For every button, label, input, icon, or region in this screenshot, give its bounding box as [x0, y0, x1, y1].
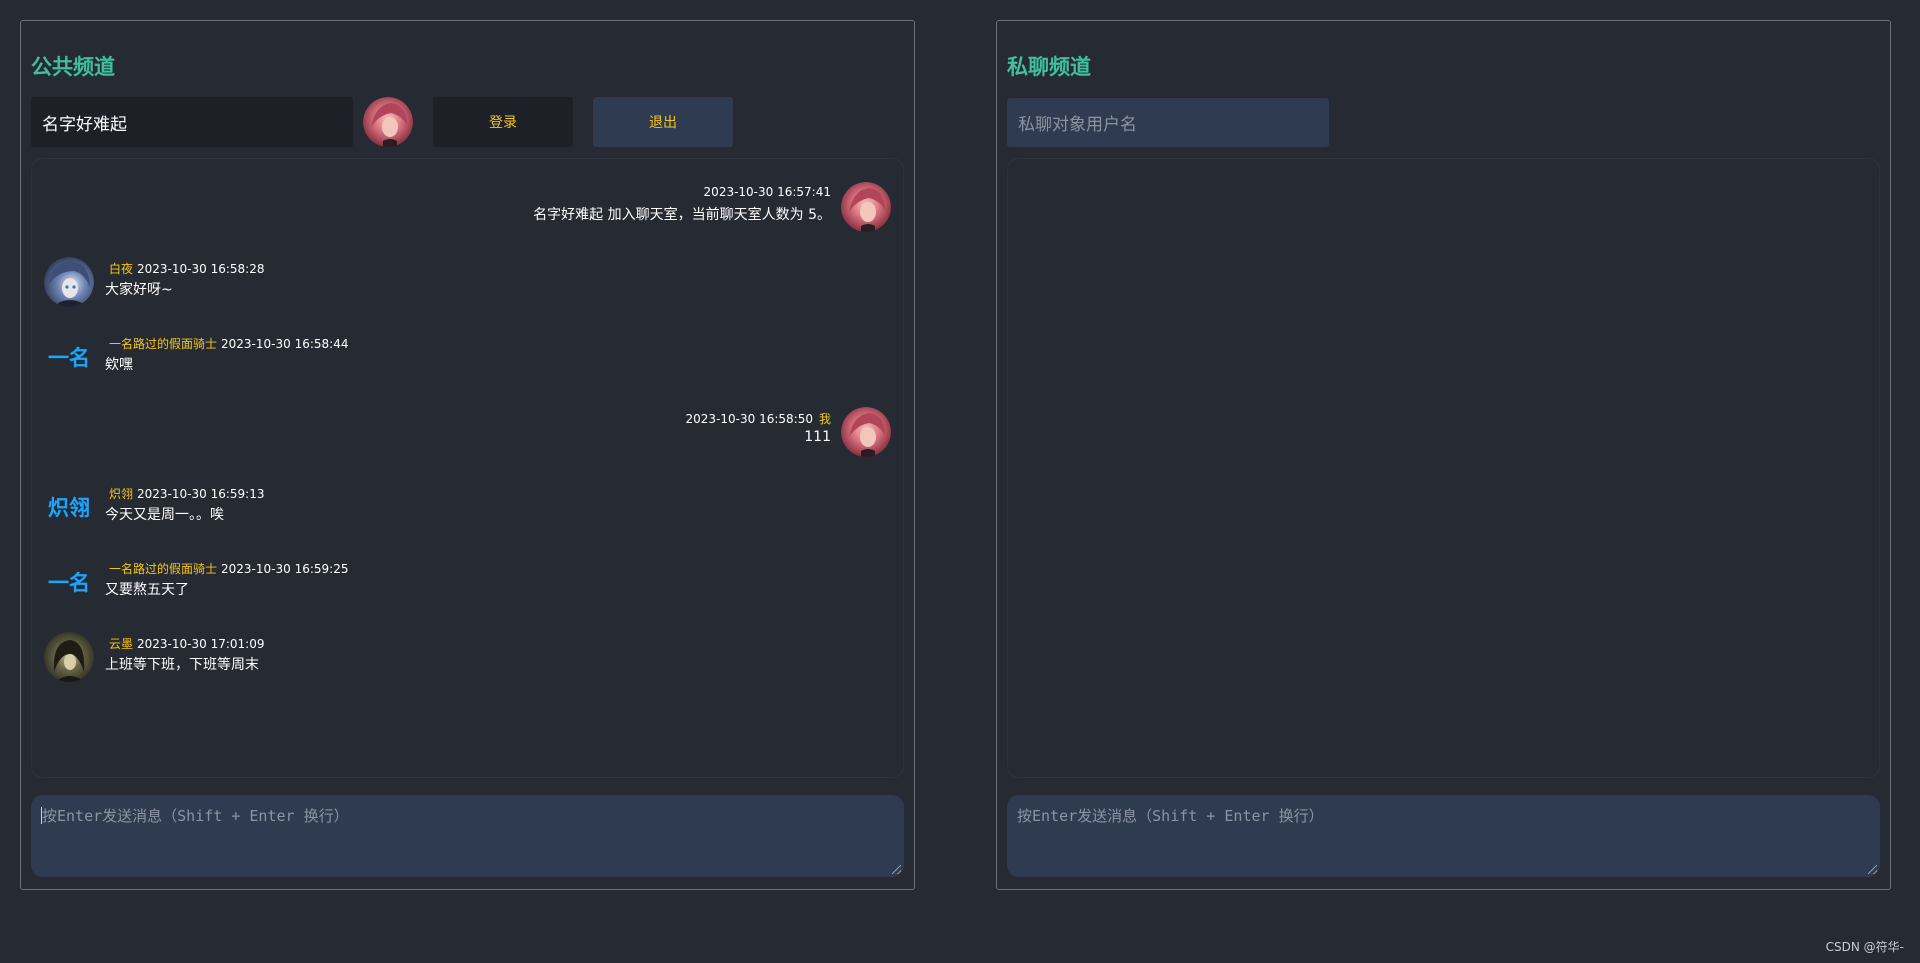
message-meta: 白夜 2023-10-30 16:58:28	[109, 260, 264, 277]
message-username[interactable]: 云墨	[109, 637, 133, 651]
dark-hair-avatar[interactable]	[44, 632, 94, 682]
private-target-input[interactable]: 私聊对象用户名	[1007, 97, 1329, 147]
message-time: 2023-10-30 16:58:44	[221, 337, 349, 351]
message-meta: 2023-10-30 16:58:50 我	[686, 410, 831, 427]
private-message-list[interactable]	[1007, 158, 1880, 778]
message-text: 名字好难起 加入聊天室，当前聊天室人数为 5。	[533, 207, 831, 223]
resize-grip-icon[interactable]	[892, 865, 901, 874]
private-channel-title: 私聊频道	[1007, 55, 1091, 79]
text-avatar[interactable]: 炽翎	[44, 482, 94, 532]
message-meta: 2023-10-30 16:57:41	[704, 185, 831, 199]
resize-grip-icon[interactable]	[1868, 865, 1877, 874]
private-channel-panel: 私聊频道 私聊对象用户名 按Enter发送消息（Shift + Enter 换行…	[996, 20, 1891, 890]
text-avatar[interactable]: 一名	[44, 332, 94, 382]
self-avatar	[363, 97, 413, 147]
message-item: 白夜 2023-10-30 16:58:28 大家好呀~	[44, 257, 644, 309]
blue-hair-avatar[interactable]	[44, 257, 94, 307]
message-username[interactable]: 一名路过的假面骑士	[109, 562, 217, 576]
message-text: 111	[804, 429, 831, 445]
message-text: 大家好呀~	[105, 282, 173, 298]
message-meta: 炽翎 2023-10-30 16:59:13	[109, 485, 264, 502]
message-time: 2023-10-30 16:59:13	[137, 487, 265, 501]
pink-hair-avatar[interactable]	[841, 407, 891, 457]
watermark: CSDN @符华-	[1825, 940, 1904, 954]
text-avatar[interactable]: 一名	[44, 557, 94, 607]
public-channel-panel: 公共频道 名字好难起 登录 退出 2023-10-30 16:57:41 名字好…	[20, 20, 915, 890]
compose-placeholder: 按Enter发送消息（Shift + Enter 换行）	[42, 807, 349, 825]
message-item: 2023-10-30 16:57:41 名字好难起 加入聊天室，当前聊天室人数为…	[41, 182, 891, 234]
message-meta: 一名路过的假面骑士 2023-10-30 16:58:44	[109, 335, 348, 352]
message-item: 云墨 2023-10-30 17:01:09 上班等下班，下班等周末	[44, 632, 644, 684]
message-text: 上班等下班，下班等周末	[105, 657, 259, 673]
public-toolbar: 名字好难起 登录 退出	[31, 97, 733, 147]
private-toolbar: 私聊对象用户名	[1007, 97, 1329, 147]
message-meta: 一名路过的假面骑士 2023-10-30 16:59:25	[109, 560, 348, 577]
login-button[interactable]: 登录	[433, 97, 573, 147]
private-message-textarea[interactable]: 按Enter发送消息（Shift + Enter 换行）	[1007, 795, 1880, 877]
message-item: 2023-10-30 16:58:50 我 111	[41, 407, 891, 459]
message-time: 2023-10-30 16:58:50	[685, 412, 813, 426]
message-text: 今天又是周一。。唉	[105, 507, 224, 523]
message-item: 炽翎 炽翎 2023-10-30 16:59:13 今天又是周一。。唉	[44, 482, 644, 534]
message-text: 欸嘿	[105, 357, 133, 373]
message-username[interactable]: 白夜	[109, 262, 133, 276]
message-time: 2023-10-30 17:01:09	[137, 637, 265, 651]
message-username[interactable]: 一名路过的假面骑士	[109, 337, 217, 351]
message-item: 一名 一名路过的假面骑士 2023-10-30 16:59:25 又要熬五天了	[44, 557, 644, 609]
public-message-textarea[interactable]: 按Enter发送消息（Shift + Enter 换行）	[31, 795, 904, 877]
message-time: 2023-10-30 16:57:41	[703, 185, 831, 199]
message-time: 2023-10-30 16:58:28	[137, 262, 265, 276]
compose-placeholder: 按Enter发送消息（Shift + Enter 换行）	[1017, 807, 1324, 825]
message-username[interactable]: 炽翎	[109, 487, 133, 501]
message-time: 2023-10-30 16:59:25	[221, 562, 349, 576]
pink-hair-avatar[interactable]	[841, 182, 891, 232]
username-input[interactable]: 名字好难起	[31, 97, 353, 147]
public-channel-title: 公共频道	[31, 55, 115, 79]
message-username[interactable]: 我	[819, 412, 831, 426]
message-item: 一名 一名路过的假面骑士 2023-10-30 16:58:44 欸嘿	[44, 332, 644, 384]
public-message-list[interactable]: 2023-10-30 16:57:41 名字好难起 加入聊天室，当前聊天室人数为…	[31, 158, 904, 778]
message-text: 又要熬五天了	[105, 582, 189, 598]
message-meta: 云墨 2023-10-30 17:01:09	[109, 635, 264, 652]
logout-button[interactable]: 退出	[593, 97, 733, 147]
